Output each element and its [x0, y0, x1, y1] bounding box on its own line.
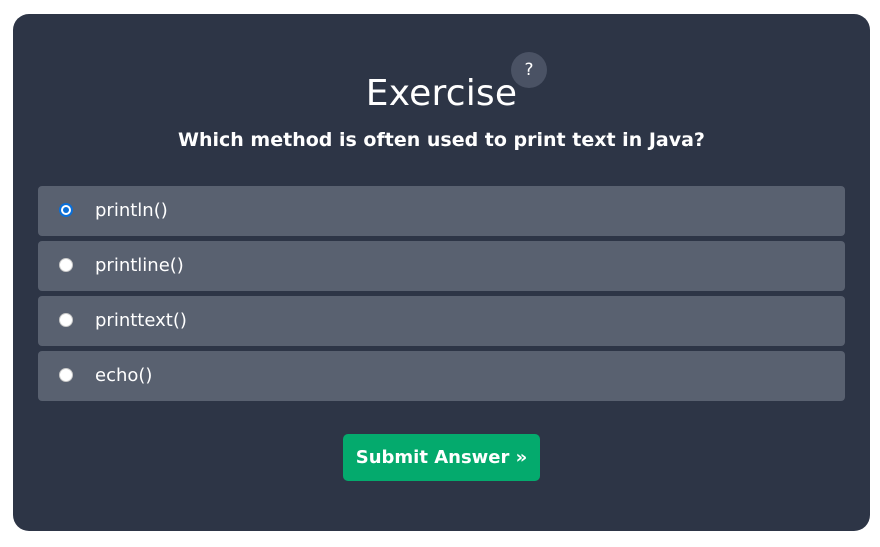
option-echo[interactable]: echo(): [38, 351, 845, 401]
submit-answer-button[interactable]: Submit Answer »: [343, 434, 540, 481]
exercise-panel: Exercise ? Which method is often used to…: [13, 14, 870, 531]
radio-button[interactable]: [59, 313, 73, 327]
title-wrap: Exercise: [13, 72, 870, 116]
option-printtext[interactable]: printtext(): [38, 296, 845, 346]
radio-button[interactable]: [59, 368, 73, 382]
option-println[interactable]: println(): [38, 186, 845, 236]
radio-button[interactable]: [59, 258, 73, 272]
radio-button-selected[interactable]: [59, 203, 73, 217]
question-text: Which method is often used to print text…: [178, 129, 705, 151]
option-label: printline(): [95, 255, 184, 276]
option-label: println(): [95, 200, 168, 221]
option-label: echo(): [95, 365, 153, 386]
help-button[interactable]: ?: [511, 52, 547, 88]
option-printline[interactable]: printline(): [38, 241, 845, 291]
option-label: printtext(): [95, 310, 187, 331]
exercise-title: Exercise: [365, 73, 518, 114]
answer-options: println() printline() printtext() echo(): [38, 186, 845, 406]
